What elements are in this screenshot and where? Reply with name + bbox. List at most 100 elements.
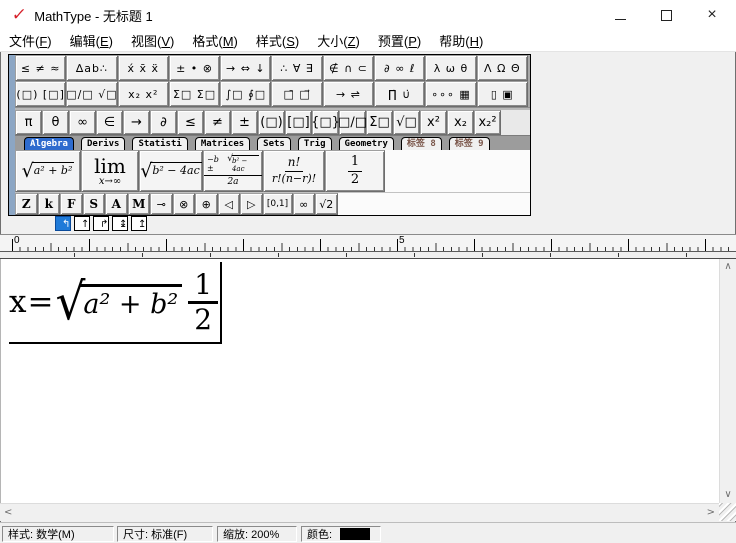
letter-f-button[interactable]: F: [60, 193, 83, 215]
plus-minus-button[interactable]: ±: [231, 109, 258, 135]
row-empty-space: [337, 193, 530, 215]
resize-grip[interactable]: [719, 503, 736, 521]
theta-button[interactable]: θ: [42, 109, 69, 135]
embellishments-palette[interactable]: x́ x̄ ẍ: [117, 55, 169, 81]
infinity-button[interactable]: ∞: [69, 109, 96, 135]
set-theory-palette[interactable]: ∉ ∩ ⊂: [322, 55, 375, 81]
subsup-template-button[interactable]: x₂²: [474, 109, 501, 135]
superscript-template-button[interactable]: x²: [420, 109, 447, 135]
menu-item-6[interactable]: 预置(P): [369, 31, 430, 50]
tab-derivs[interactable]: Derivs: [80, 137, 126, 150]
maximize-button[interactable]: [643, 1, 689, 29]
greek-lowercase-palette[interactable]: λ ω θ: [425, 55, 477, 81]
scroll-left-icon[interactable]: <: [0, 505, 16, 521]
operator-symbols-palette[interactable]: ± • ⊗: [168, 55, 221, 81]
tab-sets[interactable]: Sets: [257, 137, 291, 150]
insert-up-dot-button[interactable]: ↥: [131, 216, 147, 231]
menu-item-4[interactable]: 样式(S): [247, 31, 308, 50]
ruler-tab-well[interactable]: [0, 252, 736, 259]
scroll-right-icon[interactable]: >: [703, 505, 719, 521]
sum-template-button[interactable]: Σ□: [366, 109, 393, 135]
infinity-symbol-button[interactable]: ∞: [292, 193, 315, 215]
sqrt2-button[interactable]: √2: [315, 193, 338, 215]
misc-symbols-palette[interactable]: ∂ ∞ ℓ: [374, 55, 426, 81]
triangle-right-button[interactable]: ▷: [240, 193, 263, 215]
circled-times-button[interactable]: ⊗: [172, 193, 195, 215]
brace-template-button[interactable]: {□}: [311, 109, 340, 135]
insert-up-bar-button[interactable]: ↨: [112, 216, 128, 231]
template-quadratic-formula-button[interactable]: −b ± √ b² − 4ac 2a: [203, 150, 263, 192]
menu-item-5[interactable]: 大小(Z): [308, 31, 369, 50]
minimize-button[interactable]: [597, 1, 643, 29]
color-field: 颜色:: [301, 526, 381, 542]
pi-button[interactable]: π: [15, 109, 42, 135]
template-row-empty-space: [385, 150, 530, 192]
tab-geometry[interactable]: Geometry: [338, 137, 394, 150]
tab-标签-9[interactable]: 标签 9: [448, 137, 490, 150]
element-of-button[interactable]: ∈: [96, 109, 123, 135]
template-limit-button[interactable]: lim x→∞: [81, 150, 139, 192]
not-equal-button[interactable]: ≠: [204, 109, 231, 135]
bracket-template-button[interactable]: [□]: [285, 109, 312, 135]
zoom-field: 缩放: 200%: [217, 526, 297, 542]
menu-item-2[interactable]: 视图(V): [122, 31, 183, 50]
multimap-button[interactable]: ⊸: [150, 193, 173, 215]
menu-item-7[interactable]: 帮助(H): [430, 31, 492, 50]
tab-标签-8[interactable]: 标签 8: [400, 137, 442, 150]
spaces-ellipses-palette[interactable]: ∆ab∴: [66, 55, 118, 81]
tab-statisti[interactable]: Statisti: [132, 137, 188, 150]
menu-item-0[interactable]: 文件(F): [0, 31, 61, 50]
horizontal-scrollbar[interactable]: < >: [0, 503, 719, 521]
circled-plus-button[interactable]: ⊕: [195, 193, 218, 215]
menu-item-3[interactable]: 格式(M): [183, 31, 247, 50]
arrow-symbols-palette[interactable]: → ⇔ ↓: [220, 55, 272, 81]
sum-templates-palette[interactable]: Σ□ Σ□: [168, 81, 221, 107]
template-one-half-button[interactable]: 12: [325, 150, 385, 192]
integral-templates-palette[interactable]: ∫□ ∮□: [220, 81, 272, 107]
tab-algebra[interactable]: Algebra: [24, 137, 74, 150]
box-templates-palette[interactable]: ▯ ▣: [476, 81, 528, 107]
sqrt-template-button[interactable]: √□: [393, 109, 420, 135]
template-binomial-button[interactable]: n! r!(n−r)!: [263, 150, 325, 192]
insert-up-tip-right-button[interactable]: ↱: [93, 216, 109, 231]
insert-corner-arrow-button[interactable]: ↰: [55, 216, 71, 231]
fraktur-a-button[interactable]: A: [105, 193, 128, 215]
paren-template-button[interactable]: (□): [258, 109, 285, 135]
subscript-template-button[interactable]: x₂: [447, 109, 474, 135]
scroll-up-icon[interactable]: ∧: [720, 259, 735, 275]
matrix-templates-palette[interactable]: ∘∘∘ ▦: [425, 81, 477, 107]
fraktur-m-button[interactable]: M: [127, 193, 150, 215]
letter-k-button[interactable]: k: [37, 193, 60, 215]
size-field: 尺寸: 标准(F): [117, 526, 213, 542]
right-arrow-button[interactable]: →: [123, 109, 150, 135]
fraction-denominator: 2: [194, 302, 213, 336]
logic-symbols-palette[interactable]: ∴ ∀ ∃: [271, 55, 323, 81]
product-set-templates-palette[interactable]: ∏̇ ∪̇: [374, 81, 426, 107]
insert-up-arrow-button[interactable]: ↑: [74, 216, 90, 231]
fraction-template-button[interactable]: □∕□: [338, 109, 367, 135]
scroll-down-icon[interactable]: ∨: [720, 487, 735, 503]
fraction-radical-templates-palette[interactable]: □∕□ √□: [66, 81, 118, 107]
ruler[interactable]: 05: [0, 234, 736, 252]
template-sqrt-a2-b2-button[interactable]: √ a² + b²: [15, 150, 81, 192]
fence-templates-palette[interactable]: (□) [□]: [15, 81, 67, 107]
script-templates-palette[interactable]: x₂ x²: [117, 81, 169, 107]
tab-matrices[interactable]: Matrices: [194, 137, 251, 150]
equation[interactable]: x= √ a² + b² 1 2: [9, 262, 223, 344]
labeled-arrow-templates-palette[interactable]: → ⇌: [322, 81, 375, 107]
letter-s-button[interactable]: S: [82, 193, 105, 215]
template-sqrt-discriminant-button[interactable]: √ b² − 4ac: [139, 150, 203, 192]
vertical-scrollbar[interactable]: ∧ ∨: [719, 259, 736, 503]
tab-trig[interactable]: Trig: [297, 137, 332, 150]
equation-editing-area[interactable]: x= √ a² + b² 1 2: [0, 259, 736, 503]
partial-button[interactable]: ∂: [150, 109, 177, 135]
close-button[interactable]: ×: [689, 1, 735, 29]
relational-symbols-palette[interactable]: ≤ ≠ ≈: [15, 55, 67, 81]
letter-z-button[interactable]: Z: [15, 193, 38, 215]
bar-arrow-templates-palette[interactable]: □̄ □⃗: [271, 81, 323, 107]
menu-item-1[interactable]: 编辑(E): [61, 31, 122, 50]
interval-01-button[interactable]: [0,1]: [262, 193, 293, 215]
less-equal-button[interactable]: ≤: [177, 109, 204, 135]
triangle-left-button[interactable]: ◁: [217, 193, 240, 215]
greek-uppercase-palette[interactable]: Λ Ω Θ: [476, 55, 528, 81]
